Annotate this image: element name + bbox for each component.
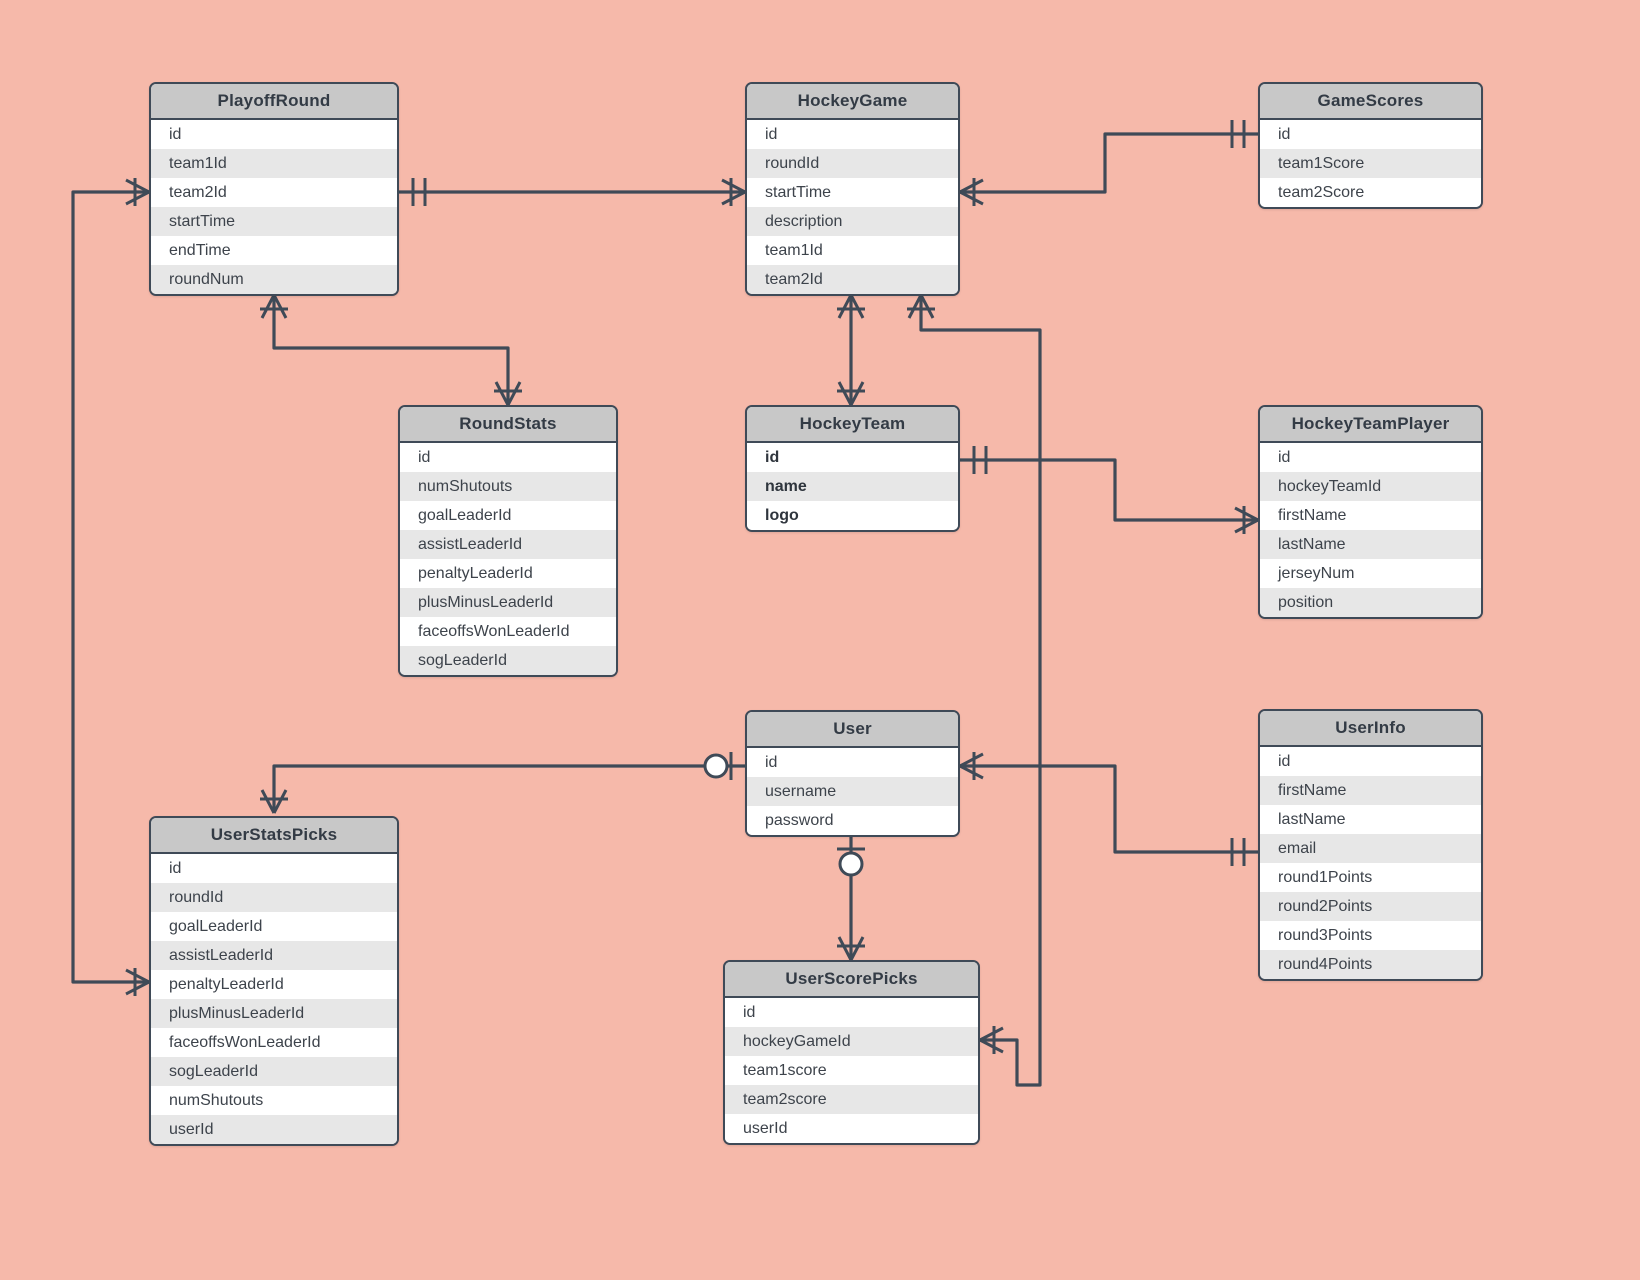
- attribute-row: team1Id: [747, 236, 958, 265]
- entity-userscorepicks[interactable]: UserScorePicks id hockeyGameId team1scor…: [723, 960, 980, 1145]
- attribute-row: sogLeaderId: [151, 1057, 397, 1086]
- entity-title: UserStatsPicks: [151, 818, 397, 854]
- attribute-row: lastName: [1260, 805, 1481, 834]
- attribute-row: penaltyLeaderId: [400, 559, 616, 588]
- attribute-row: name: [747, 472, 958, 501]
- line-hockeyteam-hockeyteamplayer: [960, 458, 1258, 522]
- entity-title: GameScores: [1260, 84, 1481, 120]
- attribute-row: id: [151, 854, 397, 883]
- line-playoffround-roundstats: [272, 295, 510, 405]
- line-userstatspicks-user: [272, 764, 745, 813]
- attribute-row: username: [747, 777, 958, 806]
- entity-roundstats[interactable]: RoundStats id numShutouts goalLeaderId a…: [398, 405, 618, 677]
- attribute-row: password: [747, 806, 958, 835]
- attribute-row: hockeyGameId: [725, 1027, 978, 1056]
- entity-userstatspicks[interactable]: UserStatsPicks id roundId goalLeaderId a…: [149, 816, 399, 1146]
- attribute-row: team1Score: [1260, 149, 1481, 178]
- attribute-row: id: [151, 120, 397, 149]
- attribute-row: plusMinusLeaderId: [400, 588, 616, 617]
- attribute-row: numShutouts: [400, 472, 616, 501]
- attribute-row: id: [747, 443, 958, 472]
- attribute-row: description: [747, 207, 958, 236]
- attribute-row: team2Id: [151, 178, 397, 207]
- attribute-row: goalLeaderId: [400, 501, 616, 530]
- attribute-row: id: [1260, 443, 1481, 472]
- attribute-row: firstName: [1260, 776, 1481, 805]
- attribute-row: assistLeaderId: [400, 530, 616, 559]
- attribute-row: endTime: [151, 236, 397, 265]
- entity-title: PlayoffRound: [151, 84, 397, 120]
- attribute-row: sogLeaderId: [400, 646, 616, 675]
- er-diagram-canvas: PlayoffRound id team1Id team2Id startTim…: [0, 0, 1640, 1280]
- attribute-row: userId: [725, 1114, 978, 1143]
- attribute-row: id: [400, 443, 616, 472]
- attribute-row: firstName: [1260, 501, 1481, 530]
- attribute-row: userId: [151, 1115, 397, 1144]
- attribute-row: email: [1260, 834, 1481, 863]
- line-user-userinfo: [960, 764, 1258, 854]
- attribute-row: id: [747, 748, 958, 777]
- entity-title: User: [747, 712, 958, 748]
- attribute-row: round2Points: [1260, 892, 1481, 921]
- entity-hockeyteam[interactable]: HockeyTeam id name logo: [745, 405, 960, 532]
- attribute-row: position: [1260, 588, 1481, 617]
- entity-title: UserScorePicks: [725, 962, 978, 998]
- attribute-row: logo: [747, 501, 958, 530]
- line-hockeygame-gamescores: [960, 132, 1258, 194]
- attribute-row: jerseyNum: [1260, 559, 1481, 588]
- entity-userinfo[interactable]: UserInfo id firstName lastName email rou…: [1258, 709, 1483, 981]
- attribute-row: id: [1260, 747, 1481, 776]
- attribute-row: team2score: [725, 1085, 978, 1114]
- attribute-row: faceoffsWonLeaderId: [400, 617, 616, 646]
- attribute-row: penaltyLeaderId: [151, 970, 397, 999]
- attribute-row: hockeyTeamId: [1260, 472, 1481, 501]
- attribute-row: id: [747, 120, 958, 149]
- attribute-row: team2Score: [1260, 178, 1481, 207]
- attribute-row: numShutouts: [151, 1086, 397, 1115]
- attribute-row: team1Id: [151, 149, 397, 178]
- entity-user[interactable]: User id username password: [745, 710, 960, 837]
- attribute-row: lastName: [1260, 530, 1481, 559]
- attribute-row: roundNum: [151, 265, 397, 294]
- attribute-row: team1score: [725, 1056, 978, 1085]
- attribute-row: id: [1260, 120, 1481, 149]
- attribute-row: assistLeaderId: [151, 941, 397, 970]
- attribute-row: team2Id: [747, 265, 958, 294]
- attribute-row: startTime: [747, 178, 958, 207]
- attribute-row: goalLeaderId: [151, 912, 397, 941]
- entity-hockeyteamplayer[interactable]: HockeyTeamPlayer id hockeyTeamId firstNa…: [1258, 405, 1483, 619]
- attribute-row: faceoffsWonLeaderId: [151, 1028, 397, 1057]
- attribute-row: round4Points: [1260, 950, 1481, 979]
- attribute-row: round1Points: [1260, 863, 1481, 892]
- attribute-row: startTime: [151, 207, 397, 236]
- entity-title: HockeyGame: [747, 84, 958, 120]
- entity-title: RoundStats: [400, 407, 616, 443]
- entity-title: HockeyTeamPlayer: [1260, 407, 1481, 443]
- attribute-row: roundId: [747, 149, 958, 178]
- entity-title: UserInfo: [1260, 711, 1481, 747]
- entity-hockeygame[interactable]: HockeyGame id roundId startTime descript…: [745, 82, 960, 296]
- entity-gamescores[interactable]: GameScores id team1Score team2Score: [1258, 82, 1483, 209]
- attribute-row: roundId: [151, 883, 397, 912]
- entity-title: HockeyTeam: [747, 407, 958, 443]
- attribute-row: round3Points: [1260, 921, 1481, 950]
- entity-playoffround[interactable]: PlayoffRound id team1Id team2Id startTim…: [149, 82, 399, 296]
- line-playoffround-userstatspicks: [71, 190, 149, 984]
- attribute-row: id: [725, 998, 978, 1027]
- attribute-row: plusMinusLeaderId: [151, 999, 397, 1028]
